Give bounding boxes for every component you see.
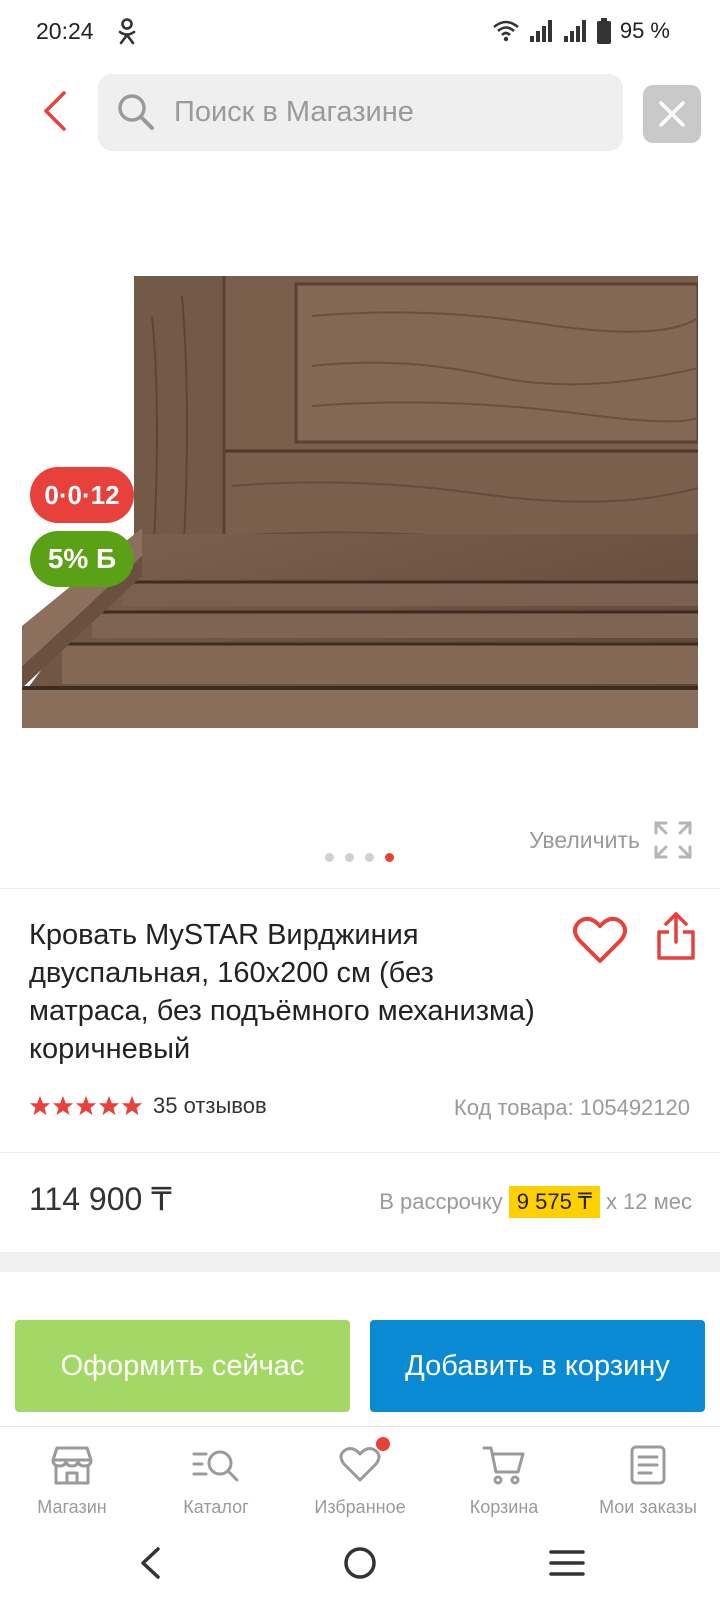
- star-icon: [75, 1095, 97, 1116]
- status-bar: 20:24 95 %: [0, 0, 720, 62]
- heart-icon: [336, 1437, 390, 1489]
- installment-badge: 0·0·12: [30, 467, 134, 523]
- add-to-cart-button[interactable]: Добавить в корзину: [370, 1320, 705, 1412]
- share-icon[interactable]: [655, 910, 697, 962]
- installment-suffix: x 12 мес: [605, 1189, 692, 1214]
- orders-icon: [624, 1441, 672, 1489]
- nav-item-favorites[interactable]: Избранное: [288, 1427, 432, 1532]
- star-icon: [29, 1095, 51, 1116]
- divider: [0, 888, 720, 889]
- system-home-icon: [344, 1547, 376, 1579]
- product-sku: Код товара: 105492120: [453, 1095, 690, 1120]
- nav-item-store[interactable]: Магазин: [0, 1427, 144, 1532]
- battery-percent: 95 %: [619, 18, 670, 43]
- close-icon: [659, 101, 685, 127]
- star-icon: [98, 1095, 120, 1116]
- product-gallery[interactable]: 0·0·12 5% Б Увеличить: [0, 160, 720, 880]
- system-recents-button[interactable]: [537, 1538, 597, 1588]
- system-home-button[interactable]: [330, 1538, 390, 1588]
- search-icon: [118, 94, 154, 130]
- nav-item-cart[interactable]: Корзина: [432, 1427, 576, 1532]
- reviews-link[interactable]: 35 отзывов: [153, 1093, 267, 1119]
- nav-item-orders[interactable]: Мои заказы: [576, 1427, 720, 1532]
- status-icons: 95 %: [492, 16, 670, 46]
- expand-icon: [654, 821, 692, 859]
- top-bar: [0, 72, 720, 152]
- divider: [0, 1152, 720, 1153]
- favorite-heart-icon[interactable]: [573, 915, 627, 965]
- zoom-button[interactable]: Увеличить: [529, 820, 692, 860]
- gallery-dot[interactable]: [365, 853, 374, 862]
- odnoklassniki-icon: [118, 18, 136, 45]
- status-time: 20:24: [36, 18, 94, 44]
- bottom-nav: Магазин Каталог Избранное Корзина Мои за…: [0, 1427, 720, 1532]
- installment-prefix: В рассрочку: [379, 1189, 503, 1214]
- gallery-dot[interactable]: [325, 853, 334, 862]
- bonus-badge: 5% Б: [30, 531, 134, 587]
- rating-stars: [29, 1095, 143, 1117]
- search-input[interactable]: [174, 74, 604, 151]
- catalog-icon: [192, 1441, 240, 1489]
- gallery-dot[interactable]: [345, 853, 354, 862]
- nav-label: Магазин: [37, 1497, 107, 1517]
- wifi-icon: [493, 20, 519, 42]
- nav-label: Мои заказы: [599, 1497, 697, 1517]
- system-back-button[interactable]: [120, 1538, 180, 1588]
- notification-dot: [376, 1437, 390, 1451]
- star-icon: [52, 1095, 74, 1116]
- installment-amount: 9 575 ₸: [508, 1186, 600, 1218]
- nav-label: Избранное: [314, 1497, 406, 1517]
- rating[interactable]: 35 отзывов: [29, 1093, 267, 1119]
- cart-icon: [480, 1441, 528, 1489]
- system-menu-icon: [549, 1550, 585, 1576]
- star-icon: [121, 1095, 143, 1116]
- nav-label: Корзина: [469, 1497, 539, 1517]
- section-separator: [0, 1252, 720, 1272]
- nav-label: Каталог: [183, 1497, 249, 1517]
- nav-item-catalog[interactable]: Каталог: [144, 1427, 288, 1532]
- gallery-dots: [325, 853, 394, 862]
- signal-icon: [563, 20, 586, 42]
- search-box[interactable]: [98, 74, 623, 151]
- installment-info[interactable]: В рассрочку 9 575 ₸ x 12 мес: [379, 1186, 692, 1218]
- chevron-left-icon: [44, 91, 66, 131]
- store-icon: [48, 1441, 96, 1489]
- system-back-icon: [141, 1547, 160, 1579]
- battery-icon: [596, 18, 611, 44]
- back-button[interactable]: [30, 84, 80, 138]
- system-nav-bar: [0, 1532, 720, 1600]
- product-title: Кровать MySTAR Вирджиния двуспальная, 16…: [29, 919, 535, 1065]
- zoom-label: Увеличить: [529, 826, 640, 853]
- buy-now-button[interactable]: Оформить сейчас: [15, 1320, 350, 1412]
- signal-icon: [529, 20, 552, 42]
- clear-search-button[interactable]: [643, 85, 701, 143]
- product-price: 114 900 ₸: [29, 1181, 172, 1217]
- gallery-dot-active[interactable]: [385, 853, 394, 862]
